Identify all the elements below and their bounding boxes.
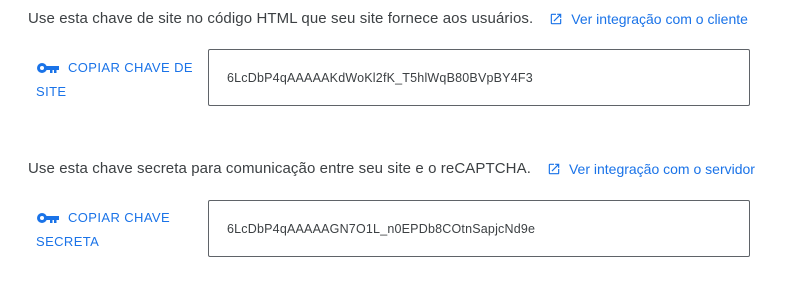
copy-secret-key-button[interactable]: COPIAR CHAVE SECRETA <box>36 206 186 254</box>
server-integration-link-label: Ver integração com o servidor <box>568 160 755 177</box>
server-integration-link[interactable]: Ver integração com o servidor <box>547 161 755 177</box>
site-key-field[interactable]: 6LcDbP4qAAAAAKdWoKl2fK_T5hlWqB80BVpBY4F3 <box>208 49 750 106</box>
client-integration-link[interactable]: Ver integração com o cliente <box>549 11 748 27</box>
open-in-new-icon <box>548 163 560 174</box>
secret-key-section: Use esta chave secreta para comunicação … <box>0 150 811 285</box>
secret-key-description: Use esta chave secreta para comunicação … <box>28 160 531 177</box>
open-in-new-icon <box>551 13 562 24</box>
copy-site-key-button[interactable]: COPIAR CHAVE DE SITE <box>36 56 201 104</box>
secret-key-description-row: Use esta chave secreta para comunicação … <box>28 160 755 177</box>
key-icon <box>37 212 59 223</box>
site-key-description-row: Use esta chave de site no código HTML qu… <box>28 10 748 27</box>
secret-key-field[interactable]: 6LcDbP4qAAAAAGN7O1L_n0EPDb8COtnSapjcNd9e <box>208 200 750 257</box>
site-key-section: Use esta chave de site no código HTML qu… <box>0 0 811 130</box>
site-key-description: Use esta chave de site no código HTML qu… <box>28 10 534 27</box>
client-integration-link-label: Ver integração com o cliente <box>571 10 748 27</box>
key-icon <box>37 62 59 73</box>
